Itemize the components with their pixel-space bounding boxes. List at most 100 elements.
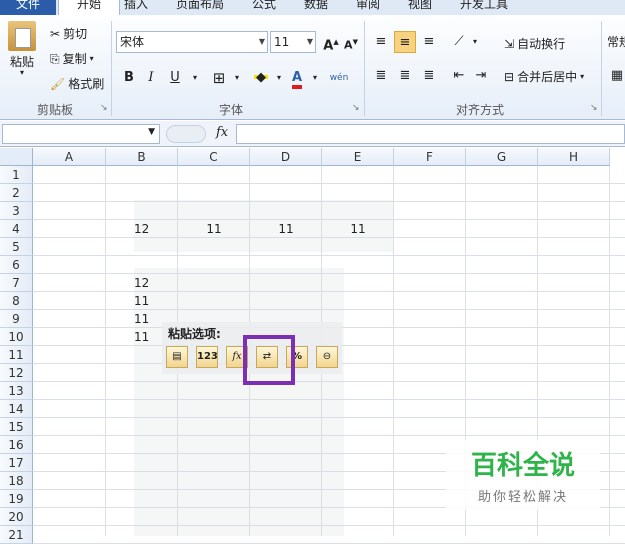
tab-file[interactable]: 文件 — [0, 0, 56, 15]
dialog-launcher-icon[interactable]: ↘ — [590, 103, 598, 113]
italic-button[interactable]: I — [140, 67, 162, 89]
increase-indent-icon[interactable]: ⇥ — [470, 65, 492, 87]
chevron-down-icon: ▼ — [306, 37, 313, 46]
cell-C4[interactable]: 11 — [178, 220, 250, 238]
ribbon-tab-bar: 文件 开始 插入 页面布局 公式 数据 审阅 视图 开发工具 — [0, 0, 625, 15]
tab-formulas[interactable]: 公式 — [252, 0, 276, 15]
column-header-G[interactable]: G — [466, 148, 538, 166]
chevron-down-icon: ▾ — [19, 68, 24, 77]
row-header-13[interactable]: 13 — [0, 382, 33, 400]
cell-D4[interactable]: 11 — [250, 220, 322, 238]
wrap-text-button[interactable]: ⇲ 自动换行 — [504, 35, 565, 52]
chevron-down-icon[interactable]: ▾ — [184, 67, 206, 89]
shrink-font-button[interactable]: A▼ — [340, 31, 362, 53]
grow-font-icon: A — [323, 38, 334, 54]
align-bottom-icon[interactable]: ≡ — [418, 31, 440, 53]
row-header-11[interactable]: 11 — [0, 346, 33, 364]
cut-button[interactable]: ✂ 剪切 — [50, 25, 87, 42]
tab-home[interactable]: 开始 — [58, 0, 120, 15]
formula-input[interactable] — [236, 124, 625, 144]
row-header-16[interactable]: 16 — [0, 436, 33, 454]
decrease-indent-icon[interactable]: ⇤ — [448, 65, 470, 87]
row-header-9[interactable]: 9 — [0, 310, 33, 328]
chevron-down-icon: ▾ — [580, 72, 585, 81]
chevron-down-icon: ▼ — [258, 37, 265, 46]
dialog-launcher-icon[interactable]: ↘ — [352, 103, 360, 113]
tab-page-layout[interactable]: 页面布局 — [176, 0, 224, 15]
chevron-down-icon[interactable]: ▼ — [148, 127, 155, 137]
row-header-3[interactable]: 3 — [0, 202, 33, 220]
brush-icon: 🖌 — [50, 76, 66, 91]
tab-review[interactable]: 审阅 — [356, 0, 380, 15]
align-top-icon[interactable]: ≡ — [370, 31, 392, 53]
row-header-17[interactable]: 17 — [0, 454, 33, 472]
column-header-H[interactable]: H — [538, 148, 610, 166]
row-header-14[interactable]: 14 — [0, 400, 33, 418]
tab-developer[interactable]: 开发工具 — [460, 0, 508, 15]
row-header-21[interactable]: 21 — [0, 526, 33, 544]
cell-B8[interactable]: 11 — [134, 292, 174, 310]
row-header-2[interactable]: 2 — [0, 184, 33, 202]
tab-insert[interactable]: 插入 — [124, 0, 148, 15]
watermark-subtitle: 助你轻松解决 — [477, 490, 568, 505]
row-header-6[interactable]: 6 — [0, 256, 33, 274]
paste-icon[interactable]: ▤ — [166, 346, 188, 368]
copy-icon: ⎘ — [50, 51, 60, 66]
row-header-4[interactable]: 4 — [0, 220, 33, 238]
formulas-icon-text: fx — [232, 351, 242, 362]
column-header-D[interactable]: D — [250, 148, 322, 166]
align-left-icon[interactable]: ≣ — [370, 65, 392, 87]
row-header-18[interactable]: 18 — [0, 472, 33, 490]
row-header-1[interactable]: 1 — [0, 166, 33, 184]
paste-options-title: 粘贴选项: — [168, 327, 221, 341]
font-size-select[interactable]: 11 ▼ — [270, 31, 316, 53]
copy-button[interactable]: ⎘ 复制 ▾ — [50, 50, 94, 67]
merge-center-button[interactable]: ⊟ 合并后居中 ▾ — [504, 68, 584, 85]
currency-format-icon[interactable]: ▦ — [606, 65, 625, 87]
column-header-F[interactable]: F — [394, 148, 466, 166]
row-header-7[interactable]: 7 — [0, 274, 33, 292]
bold-button[interactable]: B — [118, 67, 140, 89]
column-header-C[interactable]: C — [178, 148, 250, 166]
column-header-B[interactable]: B — [106, 148, 178, 166]
phonetic-guide-button[interactable]: wén — [328, 67, 350, 89]
grow-font-button[interactable]: A▲ — [320, 31, 342, 53]
align-center-icon[interactable]: ≣ — [394, 65, 416, 87]
values-icon[interactable]: 123 — [196, 346, 218, 368]
wrap-text-label: 自动换行 — [517, 37, 566, 51]
cell-E4[interactable]: 11 — [322, 220, 394, 238]
align-right-icon[interactable]: ≣ — [418, 65, 440, 87]
tab-view[interactable]: 视图 — [408, 0, 432, 15]
format-painter-button[interactable]: 🖌 格式刷 — [50, 75, 104, 92]
dialog-launcher-icon[interactable]: ↘ — [100, 103, 108, 113]
row-header-8[interactable]: 8 — [0, 292, 33, 310]
row-header-5[interactable]: 5 — [0, 238, 33, 256]
format-painter-label: 格式刷 — [68, 77, 105, 91]
chevron-down-icon[interactable]: ▾ — [226, 67, 248, 89]
name-box[interactable]: ▼ — [2, 124, 160, 144]
column-gridline — [609, 166, 610, 536]
chevron-down-icon[interactable]: ▾ — [464, 31, 486, 53]
column-header-E[interactable]: E — [322, 148, 394, 166]
column-header-A[interactable]: A — [33, 148, 106, 166]
row-header-10[interactable]: 10 — [0, 328, 33, 346]
underline-button[interactable]: U — [164, 67, 186, 89]
chevron-down-icon[interactable]: ▾ — [304, 67, 326, 89]
font-size-value: 11 — [274, 35, 290, 49]
row-header-12[interactable]: 12 — [0, 364, 33, 382]
link-icon[interactable]: ⊖ — [316, 346, 338, 368]
formula-bar-expander[interactable] — [166, 125, 206, 143]
font-name-select[interactable]: 宋体 ▼ — [116, 31, 268, 53]
tab-data[interactable]: 数据 — [304, 0, 328, 15]
clipboard-group-label: 剪贴板 — [36, 103, 73, 117]
cell-B7[interactable]: 12 — [134, 274, 174, 292]
watermark-logo: 百科全说 助你轻松解决 — [446, 440, 600, 510]
paste-button[interactable]: 粘贴 ▾ — [8, 21, 36, 77]
align-middle-icon[interactable]: ≡ — [394, 31, 416, 53]
select-all-corner[interactable] — [0, 148, 33, 166]
number-format-select[interactable]: 常规 — [607, 33, 625, 50]
insert-function-icon[interactable]: fx — [216, 125, 228, 140]
row-header-20[interactable]: 20 — [0, 508, 33, 526]
row-header-19[interactable]: 19 — [0, 490, 33, 508]
row-header-15[interactable]: 15 — [0, 418, 33, 436]
